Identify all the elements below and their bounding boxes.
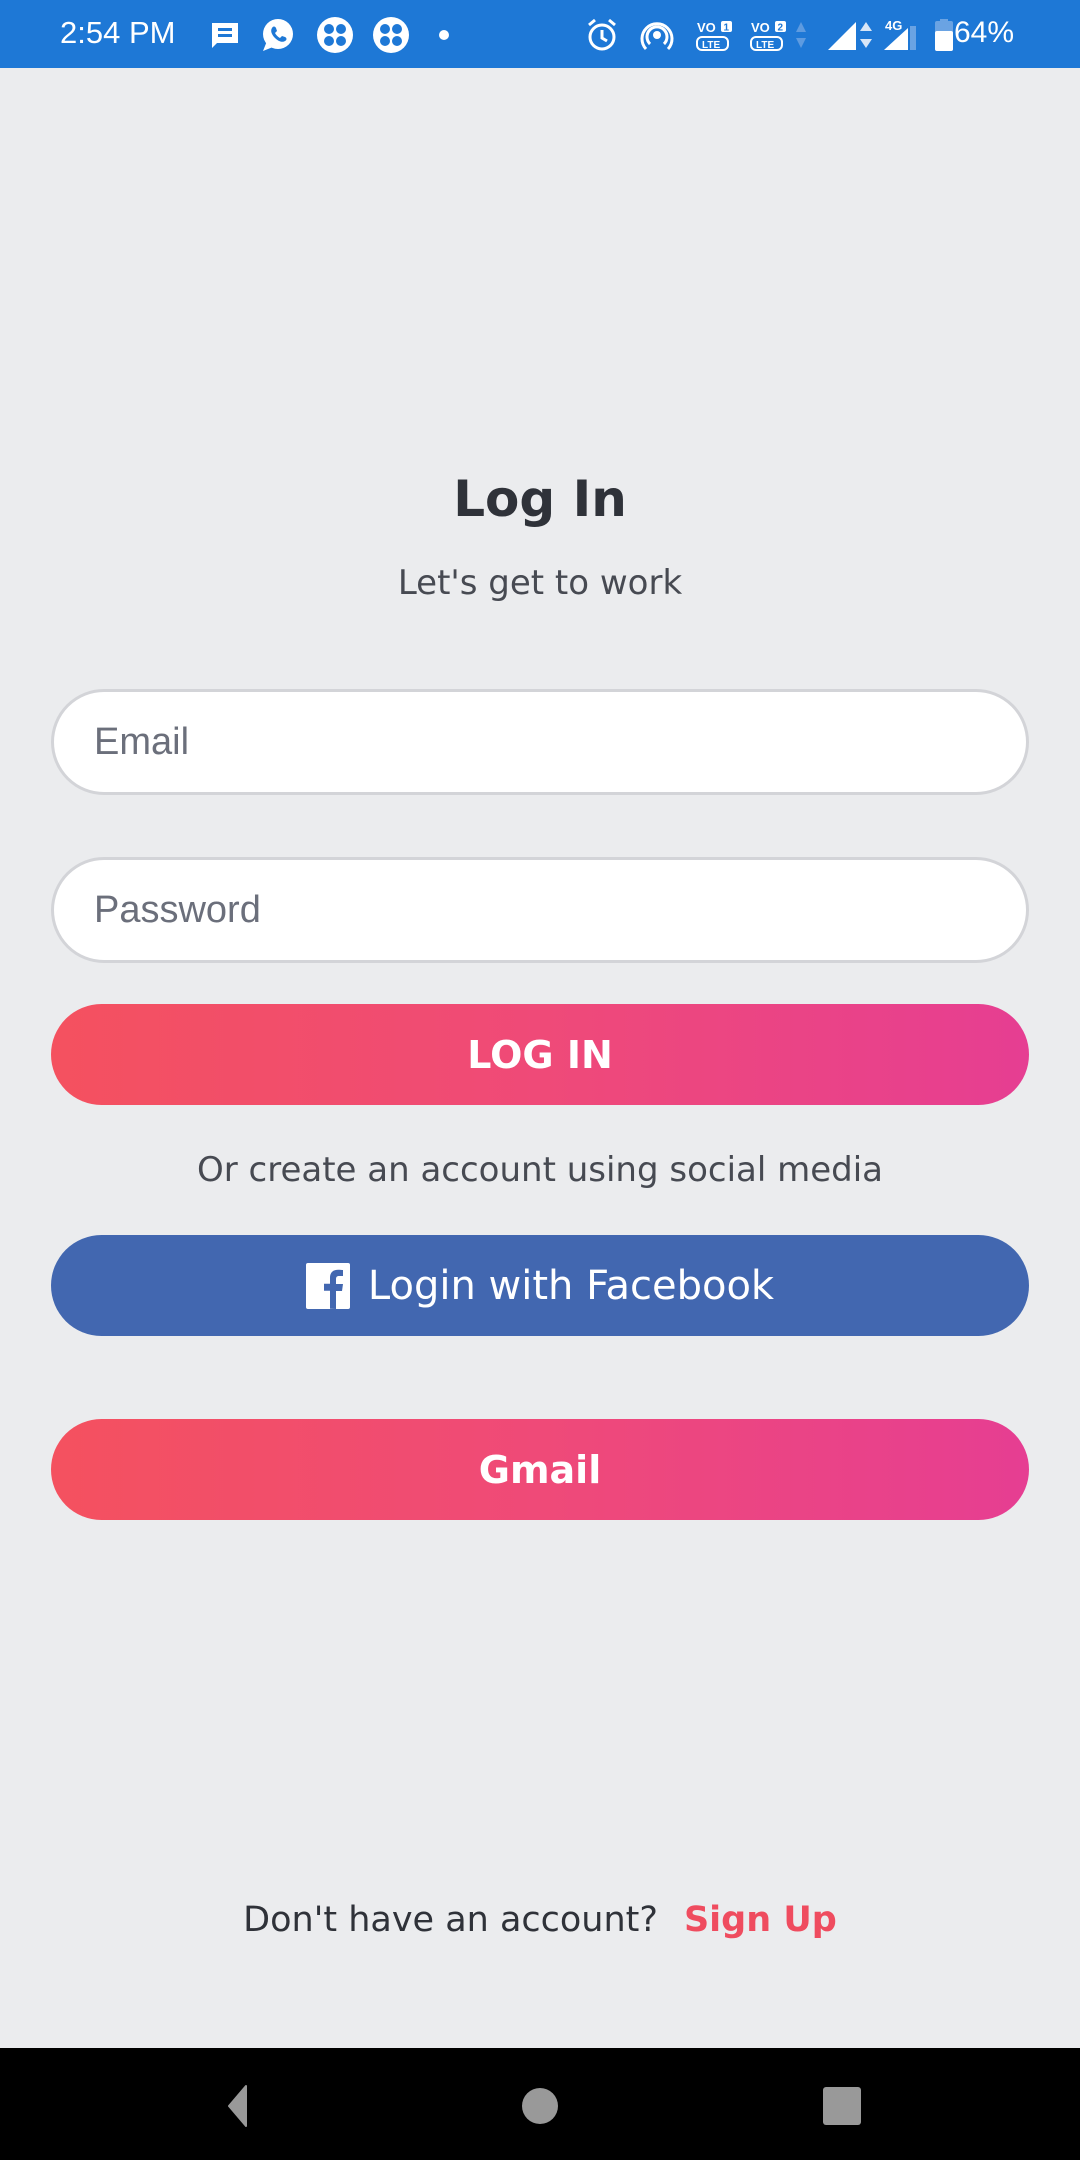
social-prompt: Or create an account using social media	[196, 1150, 884, 1190]
navigation-bar	[0, 2048, 1080, 2160]
facebook-login-button[interactable]: Login with Facebook	[51, 1235, 1029, 1336]
volte2-icon: VO 2 LTE	[750, 18, 788, 52]
recents-icon[interactable]	[820, 2084, 864, 2128]
signup-link[interactable]: Sign Up	[684, 1900, 837, 1940]
login-button[interactable]: LOG IN	[51, 1004, 1029, 1105]
facebook-login-label: Login with Facebook	[367, 1262, 775, 1309]
battery-icon	[933, 18, 955, 52]
password-field[interactable]	[51, 857, 1029, 963]
back-icon[interactable]	[216, 2084, 260, 2128]
dot-icon	[438, 18, 450, 52]
page-subtitle: Let's get to work	[397, 563, 683, 603]
status-bar: 2:54 PM VO 1 LTE VO 2 LTE 4G 64%	[0, 0, 1080, 68]
facebook-icon	[305, 1262, 350, 1309]
status-time: 2:54 PM	[60, 15, 176, 50]
svg-text:4G: 4G	[885, 18, 902, 33]
app-icon	[371, 17, 411, 53]
svg-text:VO: VO	[697, 20, 716, 35]
home-icon[interactable]	[518, 2084, 562, 2128]
no-account-text: Don't have an account?	[243, 1900, 658, 1940]
volte1-icon: VO 1 LTE	[696, 18, 734, 52]
svg-text:LTE: LTE	[756, 40, 774, 51]
hotspot-icon	[638, 18, 676, 52]
svg-text:2: 2	[778, 23, 784, 34]
data-activity-icon	[794, 18, 808, 52]
whatsapp-icon	[258, 18, 296, 52]
password-input[interactable]	[54, 860, 1026, 960]
email-field[interactable]	[51, 689, 1029, 795]
svg-text:1: 1	[724, 23, 730, 34]
svg-text:LTE: LTE	[702, 40, 720, 51]
gmail-login-button[interactable]: Gmail	[51, 1419, 1029, 1520]
signup-prompt: Don't have an account? Sign Up	[0, 1900, 1080, 1940]
page-title: Log In	[453, 470, 627, 528]
email-input[interactable]	[54, 692, 1026, 792]
alarm-icon	[584, 18, 620, 52]
battery-percent: 64%	[953, 16, 1014, 49]
message-icon	[208, 18, 242, 52]
signal-4g-icon: 4G	[882, 18, 926, 52]
svg-text:VO: VO	[751, 20, 770, 35]
app-icon	[315, 17, 355, 53]
signal-icon	[826, 18, 874, 52]
